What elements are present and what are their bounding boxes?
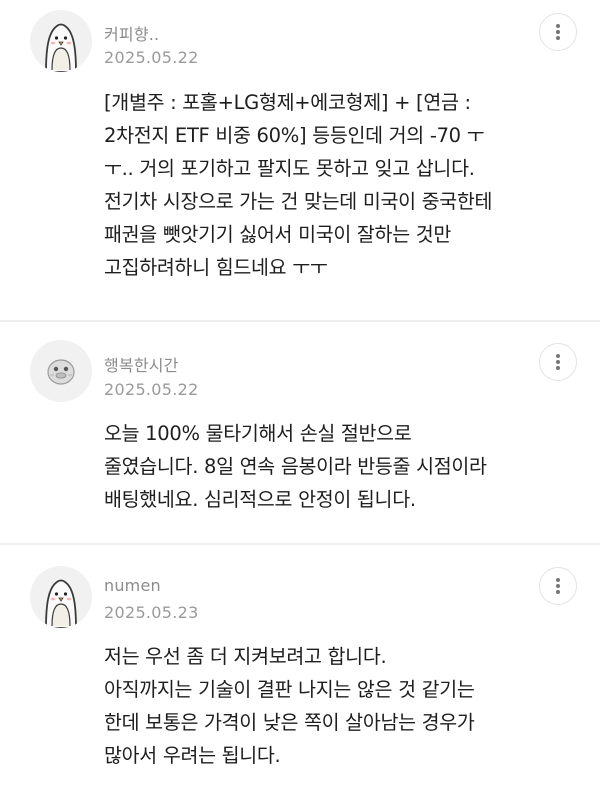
more-vertical-icon: [556, 24, 560, 28]
comment-line: 줄였습니다. 8일 연속 음봉이라 반등줄 시점이라: [104, 455, 487, 478]
comment-line: 배팅했네요. 심리적으로 안정이 됩니다.: [104, 488, 416, 511]
comment-text: [개별주 : 포홀+LG형제+에코형제] + [연금 : 2차전지 ETF 비중…: [104, 86, 594, 284]
avatar[interactable]: [30, 566, 92, 628]
more-options-button[interactable]: [539, 343, 577, 381]
comment-line: 패권을 뺏앗기기 싫어서 미국이 잘하는 것만: [104, 223, 452, 246]
avatar[interactable]: [30, 10, 92, 72]
comment-date: 2025.05.22: [104, 380, 199, 399]
more-vertical-icon: [556, 578, 560, 582]
comment-line: [개별주 : 포홀+LG형제+에코형제] + [연금 :: [104, 91, 471, 114]
comment-line: 많아서 우려는 됩니다.: [104, 744, 281, 767]
username[interactable]: 커피향..: [104, 21, 159, 45]
comment-line: 오늘 100% 물타기해서 손실 절반으로: [104, 422, 412, 445]
more-options-button[interactable]: [539, 13, 577, 51]
comment-line: 2차전지 ETF 비중 60%] 등등인데 거의 -70 ㅜ: [104, 124, 485, 147]
comment-date: 2025.05.22: [104, 48, 199, 67]
duck-avatar-icon: [30, 340, 92, 402]
comment-divider: [0, 320, 600, 322]
comment-line: 한데 보통은 가격이 낮은 쪽이 살아남는 경우가: [104, 711, 475, 734]
comment-date: 2025.05.23: [104, 603, 199, 622]
more-options-button[interactable]: [539, 567, 577, 605]
comment-line: 저는 우선 좀 더 지켜보려고 합니다.: [104, 645, 387, 668]
comment-divider: [0, 543, 600, 545]
penguin-avatar-icon: [30, 566, 92, 628]
penguin-avatar-icon: [30, 10, 92, 72]
avatar[interactable]: [30, 340, 92, 402]
username[interactable]: numen: [104, 576, 161, 595]
comment-line: 아직까지는 기술이 결판 나지는 않은 것 같기는: [104, 678, 475, 701]
comment-line: 전기차 시장으로 가는 건 맞는데 미국이 중국한테: [104, 190, 493, 213]
comment-line: 고집하려하니 힘드네요 ㅜㅜ: [104, 256, 328, 279]
comment-line: ㅜ.. 거의 포기하고 팔지도 못하고 잊고 삽니다.: [104, 157, 475, 180]
username[interactable]: 행복한시간: [104, 352, 179, 376]
comment-text: 오늘 100% 물타기해서 손실 절반으로 줄였습니다. 8일 연속 음봉이라 …: [104, 417, 594, 516]
comment-text: 저는 우선 좀 더 지켜보려고 합니다. 아직까지는 기술이 결판 나지는 않은…: [104, 640, 594, 772]
more-vertical-icon: [556, 354, 560, 358]
